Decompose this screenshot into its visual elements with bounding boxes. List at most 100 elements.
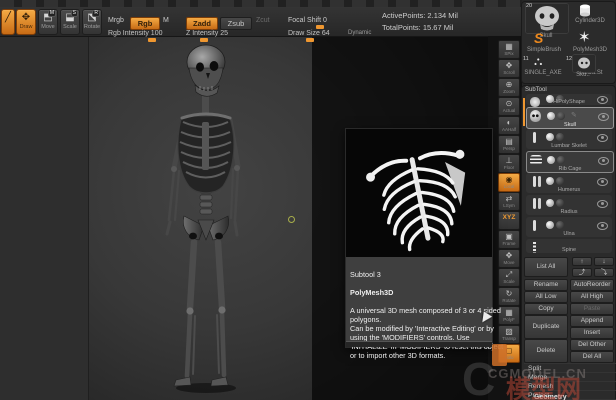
zcut-button[interactable]: Zcut [256, 17, 270, 26]
m-button[interactable]: M [163, 17, 169, 26]
move-button[interactable]: M⬒Move [38, 9, 58, 35]
copy-button[interactable]: Copy [524, 303, 568, 315]
focal-shift-handle[interactable] [316, 25, 324, 29]
insert-button[interactable]: Insert [570, 327, 614, 339]
move-up-button[interactable]: ↑ [572, 257, 592, 266]
shade-toggle-icon[interactable] [556, 199, 564, 207]
paint-toggle-icon[interactable] [546, 133, 554, 141]
skeleton-model[interactable] [132, 28, 282, 396]
rgb-button[interactable]: Rgb [130, 17, 160, 30]
paint-toggle-icon[interactable] [547, 156, 555, 164]
subtool-thumbnail [528, 197, 541, 209]
spix-button[interactable]: ▦SPix [498, 40, 520, 59]
visibility-eye-icon[interactable] [597, 178, 608, 186]
subtool-scrollbar[interactable] [523, 98, 525, 126]
subtool-label: Rib Cage [527, 166, 613, 172]
tool-simplebrush-icon[interactable]: S [534, 30, 550, 46]
aahalf-button[interactable]: ◐AAHalf [498, 116, 520, 135]
tool-cylinder-icon[interactable] [578, 4, 592, 17]
scale-label: Scale [61, 24, 79, 30]
z-intensity-handle[interactable] [200, 38, 208, 42]
subtool-row-selected[interactable]: ✎ Skull [526, 107, 614, 129]
tool-polymesh-star-icon[interactable]: ✶ [578, 30, 594, 46]
subtool-row[interactable]: Humerus [526, 173, 612, 193]
zadd-button[interactable]: Zadd [186, 17, 218, 30]
duplicate-button[interactable]: Duplicate [524, 315, 568, 339]
subtool-row-hovered[interactable]: Rib Cage [526, 151, 614, 173]
move-top-button[interactable]: ⤴ [572, 268, 592, 277]
move-down-button[interactable]: ↓ [594, 257, 614, 266]
append-button[interactable]: Append [570, 315, 614, 327]
rotate-button[interactable]: R⬔Rotate [82, 9, 102, 35]
paint-toggle-icon[interactable] [546, 221, 554, 229]
paint-toggle-icon[interactable] [546, 177, 554, 185]
draw-size-handle[interactable] [306, 38, 314, 42]
active-points-readout: ActivePoints: 2.134 Mil [382, 11, 458, 20]
pen-icon[interactable]: ✎ [571, 112, 579, 120]
subtool-thumbnail [528, 131, 541, 143]
all-low-button[interactable]: All Low [524, 291, 568, 303]
subtool-row[interactable]: Radius [526, 195, 612, 215]
all-high-button[interactable]: All High [570, 291, 614, 303]
draw-label: Draw [17, 24, 35, 30]
tooltip-title: Subtool 3 [350, 270, 508, 279]
rename-button[interactable]: Rename [524, 279, 568, 291]
shade-toggle-icon[interactable] [556, 221, 564, 229]
actual-button[interactable]: ⊙Actual [498, 97, 520, 116]
subtool-panel-title[interactable]: SubTool [525, 87, 547, 93]
scroll-button[interactable]: ✥Scroll [498, 59, 520, 78]
mrgb-button[interactable]: Mrgb [108, 17, 124, 26]
subtool-label: Ulna [526, 231, 612, 237]
zsub-button[interactable]: Zsub [220, 17, 252, 30]
autoreorder-button[interactable]: AutoReorder [570, 279, 614, 291]
shade-toggle-icon[interactable] [557, 112, 565, 120]
subtool-label: HiPolyShape [526, 99, 612, 105]
subtool-thumbnail [529, 154, 542, 166]
shade-toggle-icon[interactable] [556, 177, 564, 185]
subtool-row[interactable]: Ulna [526, 217, 612, 237]
pen-tool-button[interactable]: ╱ [1, 9, 15, 35]
list-all-button[interactable]: List All [524, 257, 568, 277]
mouse-cursor [482, 311, 492, 323]
visibility-eye-icon[interactable] [598, 157, 609, 165]
zoom-button[interactable]: ⊕Zoom [498, 78, 520, 97]
subtool-row[interactable]: Spine [526, 239, 612, 253]
subtool-label: Radius [526, 209, 612, 215]
persp-button[interactable]: ▤Persp [498, 135, 520, 154]
del-other-button[interactable]: Del Other [570, 339, 614, 351]
shade-toggle-icon[interactable] [556, 133, 564, 141]
lsym-button[interactable]: ⇄LSym [498, 192, 520, 211]
total-points-readout: TotalPoints: 15.67 Mil [382, 23, 453, 32]
delete-button[interactable]: Delete [524, 339, 568, 363]
paint-toggle-icon[interactable] [546, 199, 554, 207]
tool-single-icon[interactable]: ⛬ [534, 54, 548, 68]
subtool-label: Humerus [526, 187, 612, 193]
subtool-label: Lumbar Skelet [526, 143, 612, 149]
paint-toggle-icon[interactable] [547, 112, 555, 120]
rgb-intensity-handle[interactable] [148, 38, 156, 42]
xyz-button[interactable]: XYZ [498, 211, 520, 230]
visibility-eye-icon[interactable] [597, 200, 608, 208]
subtool-row[interactable]: Lumbar Skelet [526, 129, 612, 149]
del-all-button[interactable]: Del All [570, 351, 614, 363]
visibility-eye-icon[interactable] [597, 222, 608, 230]
geometry-section-header[interactable]: Geometry [530, 393, 616, 400]
rotate-label: Rotate [83, 24, 101, 30]
subtool-thumbnail [528, 175, 541, 187]
move-bottom-button[interactable]: ⤵ [594, 268, 614, 277]
frame-button[interactable]: ▣Frame [498, 230, 520, 249]
zbrush-window: ╱ ✥Draw M⬒Move S⬓Scale R⬔Rotate Mrgb Rgb… [0, 0, 616, 400]
local-button[interactable]: ◉Local [498, 173, 520, 192]
tool-skull2-thumbnail[interactable] [572, 54, 596, 73]
tool-single-badge: 11 [523, 56, 529, 62]
visibility-eye-icon[interactable] [598, 113, 609, 121]
dynamic-toggle[interactable]: Dynamic [348, 30, 371, 39]
shade-toggle-icon[interactable] [557, 156, 565, 164]
draw-button[interactable]: ✥Draw [16, 9, 36, 35]
subtool-row[interactable]: HiPolyShape [526, 94, 612, 105]
tool-polymesh-label: PolyMesh3D [568, 47, 612, 53]
paste-button[interactable]: Paste [570, 303, 614, 315]
scale-button[interactable]: S⬓Scale [60, 9, 80, 35]
visibility-eye-icon[interactable] [597, 134, 608, 142]
floor-button[interactable]: ⊥Floor [498, 154, 520, 173]
